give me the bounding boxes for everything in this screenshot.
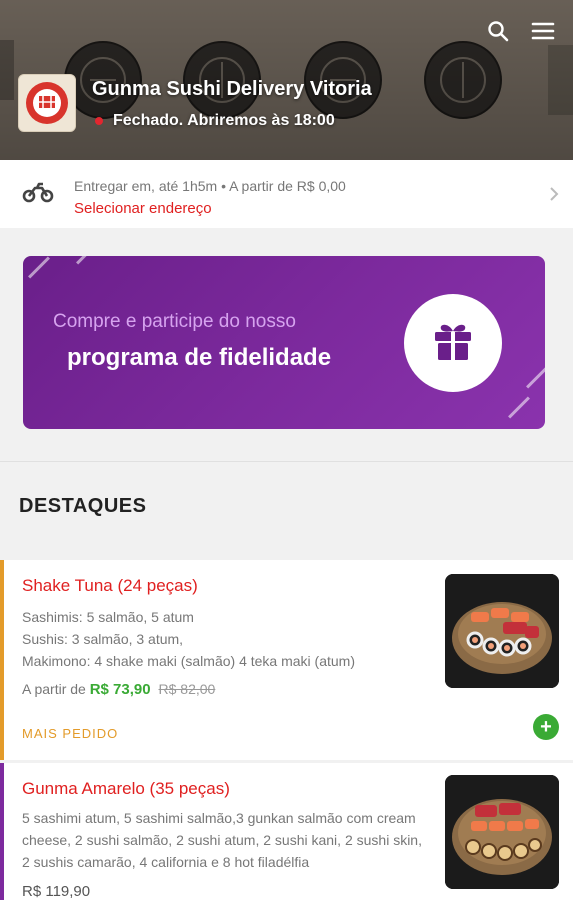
delivery-estimate: Entregar em, até 1h5m • A partir de R$ 0… <box>74 178 346 194</box>
menu-icon[interactable] <box>531 21 555 41</box>
product-image <box>445 775 559 889</box>
product-card[interactable]: Shake Tuna (24 peças) Sashimis: 5 salmão… <box>0 560 573 760</box>
loyalty-program-banner[interactable]: Compre e participe do nosso programa de … <box>23 256 545 429</box>
old-price: R$ 82,00 <box>158 681 216 697</box>
most-ordered-tag: MAIS PEDIDO <box>22 726 119 741</box>
product-image <box>445 574 559 688</box>
status-dot-icon <box>95 117 103 125</box>
product-price: A partir de R$ 73,90 R$ 82,00 <box>22 681 216 698</box>
card-accent <box>0 560 4 760</box>
current-price: R$ 119,90 <box>22 883 91 900</box>
gift-icon <box>430 318 476 369</box>
card-accent <box>0 763 4 900</box>
banner-subtitle: Compre e participe do nosso <box>53 311 296 332</box>
product-description: Sashimis: 5 salmão, 5 atum Sushis: 3 sal… <box>22 609 355 669</box>
motorcycle-icon <box>22 180 54 209</box>
add-to-cart-button[interactable]: + <box>533 714 559 740</box>
product-description: 5 sashimi atum, 5 sashimi salmão,3 gunka… <box>22 810 422 870</box>
select-address-link[interactable]: Selecionar endereço <box>74 200 212 217</box>
delivery-info-bar[interactable]: Entregar em, até 1h5m • A partir de R$ 0… <box>0 160 573 228</box>
store-status-text: Fechado. Abriremos às 18:00 <box>113 112 335 129</box>
store-name: Gunma Sushi Delivery Vitoria <box>92 78 372 100</box>
store-cover: Gunma Sushi Delivery Vitoria Fechado. Ab… <box>0 0 573 160</box>
store-status: Fechado. Abriremos às 18:00 <box>95 112 335 130</box>
product-name: Shake Tuna (24 peças) <box>22 576 198 595</box>
section-title-destaques: DESTAQUES <box>19 495 147 517</box>
product-price: R$ 119,90 <box>22 883 90 900</box>
search-icon[interactable] <box>487 20 509 42</box>
banner-title: programa de fidelidade <box>67 344 332 371</box>
store-logo <box>18 74 76 132</box>
gift-icon-circle <box>404 294 502 392</box>
chevron-right-icon <box>549 186 559 207</box>
header-actions <box>487 20 555 42</box>
product-card[interactable]: Gunma Amarelo (35 peças) 5 sashimi atum,… <box>0 763 573 900</box>
product-name: Gunma Amarelo (35 peças) <box>22 779 230 798</box>
current-price: R$ 73,90 <box>89 681 151 698</box>
